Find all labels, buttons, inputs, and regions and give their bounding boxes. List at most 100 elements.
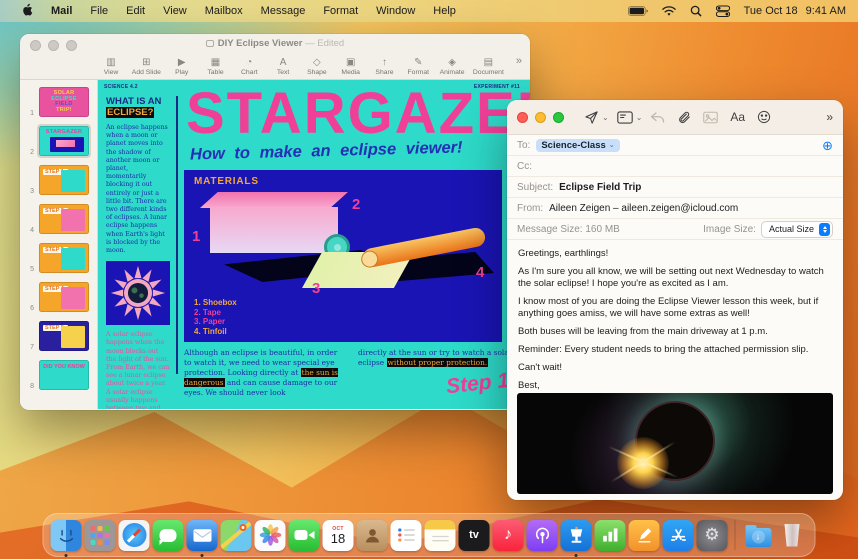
cc-field[interactable]: Cc: <box>507 156 843 177</box>
dock-icon-reminders[interactable] <box>390 519 422 551</box>
slide-title[interactable]: STARGAZER <box>186 80 530 147</box>
dock-icon-appstore[interactable] <box>662 519 694 551</box>
control-center-icon[interactable] <box>715 5 730 17</box>
eclipse-photo-attachment[interactable] <box>517 393 833 494</box>
attach-icon[interactable] <box>677 110 691 124</box>
menu-item-format[interactable]: Format <box>314 5 367 17</box>
menu-item-file[interactable]: File <box>81 5 117 17</box>
dock-icon-photos[interactable] <box>254 519 286 551</box>
image-size-select[interactable]: Actual Size <box>760 220 833 238</box>
dock-icon-maps[interactable] <box>220 519 252 551</box>
toolbar-button-format[interactable]: ✎ Format <box>405 58 431 77</box>
send-options-chevron-icon[interactable]: ⌄ <box>602 113 609 122</box>
toolbar-button-add-slide[interactable]: ⊞ Add Slide <box>132 58 161 77</box>
slide-thumbnail-6[interactable]: STEP 4: <box>37 280 91 314</box>
toolbar-button-share[interactable]: ↑ Share <box>371 58 397 77</box>
from-value: Aileen Zeigen – aileen.zeigen@icloud.com <box>549 202 739 214</box>
more-icon[interactable]: » <box>826 110 833 124</box>
battery-icon[interactable] <box>627 6 648 16</box>
emoji-icon[interactable] <box>757 110 771 124</box>
dock-icon-contacts[interactable] <box>356 519 388 551</box>
apple-menu[interactable] <box>12 3 42 20</box>
toolbar-button-play[interactable]: ▶ Play <box>169 58 195 77</box>
menu-app-name[interactable]: Mail <box>42 5 81 17</box>
from-field[interactable]: From: Aileen Zeigen – aileen.zeigen@iclo… <box>507 198 843 219</box>
format-icon[interactable]: Aa <box>730 110 745 124</box>
send-icon[interactable] <box>584 110 599 125</box>
document-icon <box>205 39 214 47</box>
dock-icon-downloads[interactable]: ↓ <box>743 520 774 551</box>
add-recipient-icon[interactable]: ⊕ <box>822 139 833 152</box>
header-fields-icon[interactable] <box>616 110 633 124</box>
slide-left-column[interactable]: WHAT IS AN ECLIPSE? An eclipse happens w… <box>106 96 170 409</box>
mail-body-paragraph: As I'm sure you all know, we will be set… <box>518 266 824 289</box>
slide-paragraph-2: A solar eclipse happens when the moon bl… <box>106 331 170 409</box>
menu-item-help[interactable]: Help <box>424 5 465 17</box>
subject-label: Subject: <box>517 181 554 193</box>
slide-thumbnail-8[interactable]: DID YOU KNOW <box>37 358 91 392</box>
close-button[interactable] <box>517 111 528 123</box>
menu-item-window[interactable]: Window <box>367 5 424 17</box>
slide-thumbnail-4[interactable]: STEP 2: <box>37 202 91 236</box>
message-body[interactable]: Greetings, earthlings! As I'm sure you al… <box>507 240 843 404</box>
dock-icon-safari[interactable] <box>118 519 150 551</box>
dock-icon-tv[interactable]: tv <box>458 519 490 551</box>
keynote-edited-label: — Edited <box>305 38 345 49</box>
toolbar-button-animate[interactable]: ◈ Animate <box>439 58 465 77</box>
dock-icon-launchpad[interactable] <box>84 519 116 551</box>
dock-icon-trash[interactable] <box>777 520 808 551</box>
toolbar-button-shape[interactable]: ◇ Shape <box>304 58 330 77</box>
toolbar-button-table[interactable]: ▦ Table <box>203 58 229 77</box>
slide-thumbnail-7[interactable]: STEP 5: <box>37 319 91 353</box>
dock-icon-keynote[interactable] <box>560 519 592 557</box>
toolbar-button-document[interactable]: ▤ Document <box>473 58 504 77</box>
stepper-icon <box>819 222 830 236</box>
zoom-button[interactable] <box>553 111 564 123</box>
dock-icon-settings[interactable]: ⚙ <box>696 519 728 551</box>
cc-label: Cc: <box>517 160 532 172</box>
view-icon: ▥ <box>106 57 116 68</box>
image-size-label: Image Size: <box>703 223 756 235</box>
menu-item-mailbox[interactable]: Mailbox <box>196 5 252 17</box>
dock-icon-finder[interactable] <box>50 519 82 557</box>
spotlight-search-icon[interactable] <box>690 5 702 17</box>
menu-item-message[interactable]: Message <box>252 5 315 17</box>
to-field[interactable]: To: Science-Class ⌄ ⊕ <box>507 135 843 156</box>
minimize-button[interactable] <box>535 111 546 123</box>
slide-thumbnail-3[interactable]: STEP 1: <box>37 163 91 197</box>
dock-icon-calendar[interactable]: OCT 18 <box>322 519 354 551</box>
dock-separator <box>734 520 736 550</box>
dock-icon-podcasts[interactable] <box>526 519 558 551</box>
slide-canvas[interactable]: SCIENCE 4.2 EXPERIMENT #11 WHAT IS AN EC… <box>98 80 530 409</box>
slide-thumbnail-1[interactable]: SOLAR ECLIPSE FIELD TRIP! <box>37 85 91 119</box>
mail-compose-window[interactable]: ⌄ ⌄ Aa » To: Science-Class ⌄ ⊕ Cc: Subjec… <box>507 100 843 500</box>
wifi-icon[interactable] <box>661 5 676 17</box>
dock-icon-mail[interactable] <box>186 519 218 557</box>
calendar-day: 18 <box>330 531 346 546</box>
toolbar-button-chart[interactable]: ◔ Chart <box>236 58 262 77</box>
menu-date[interactable]: Tue Oct 18 <box>744 5 798 17</box>
menu-item-view[interactable]: View <box>154 5 196 17</box>
toolbar-button-view[interactable]: ▥ View <box>98 57 124 77</box>
subject-field[interactable]: Subject: Eclipse Field Trip <box>507 177 843 198</box>
media-icon: ▣ <box>345 57 356 68</box>
dock-icon-messages[interactable] <box>152 519 184 551</box>
keynote-window[interactable]: DIY Eclipse Viewer — Edited ▥ View ⊞ Add Sl… <box>20 34 530 410</box>
menu-time[interactable]: 9:41 AM <box>806 5 846 17</box>
insert-photo-icon <box>703 111 719 124</box>
dock-icon-numbers[interactable] <box>594 519 626 551</box>
dock-icon-music[interactable]: ♪ <box>492 519 524 551</box>
menu-item-edit[interactable]: Edit <box>117 5 154 17</box>
slide-row-2: 2 STARGAZER <box>20 124 97 158</box>
toolbar-overflow-chevron-icon[interactable]: » <box>516 55 522 67</box>
toolbar-button-media[interactable]: ▣ Media <box>338 57 364 77</box>
toolbar-button-text[interactable]: A Text <box>270 58 296 77</box>
header-fields-chevron-icon[interactable]: ⌄ <box>636 113 643 122</box>
dock-icon-facetime[interactable] <box>288 519 320 551</box>
dock-icon-notes[interactable] <box>424 519 456 551</box>
materials-box[interactable]: MATERIALS 1 2 3 4 1. Shoebox 2. Tape 3. … <box>184 170 502 342</box>
slide-thumbnail-5[interactable]: STEP 3: <box>37 241 91 275</box>
slide-thumbnail-2[interactable]: STARGAZER <box>37 124 91 158</box>
dock-icon-pages[interactable] <box>628 519 660 551</box>
recipient-token[interactable]: Science-Class ⌄ <box>536 138 620 152</box>
